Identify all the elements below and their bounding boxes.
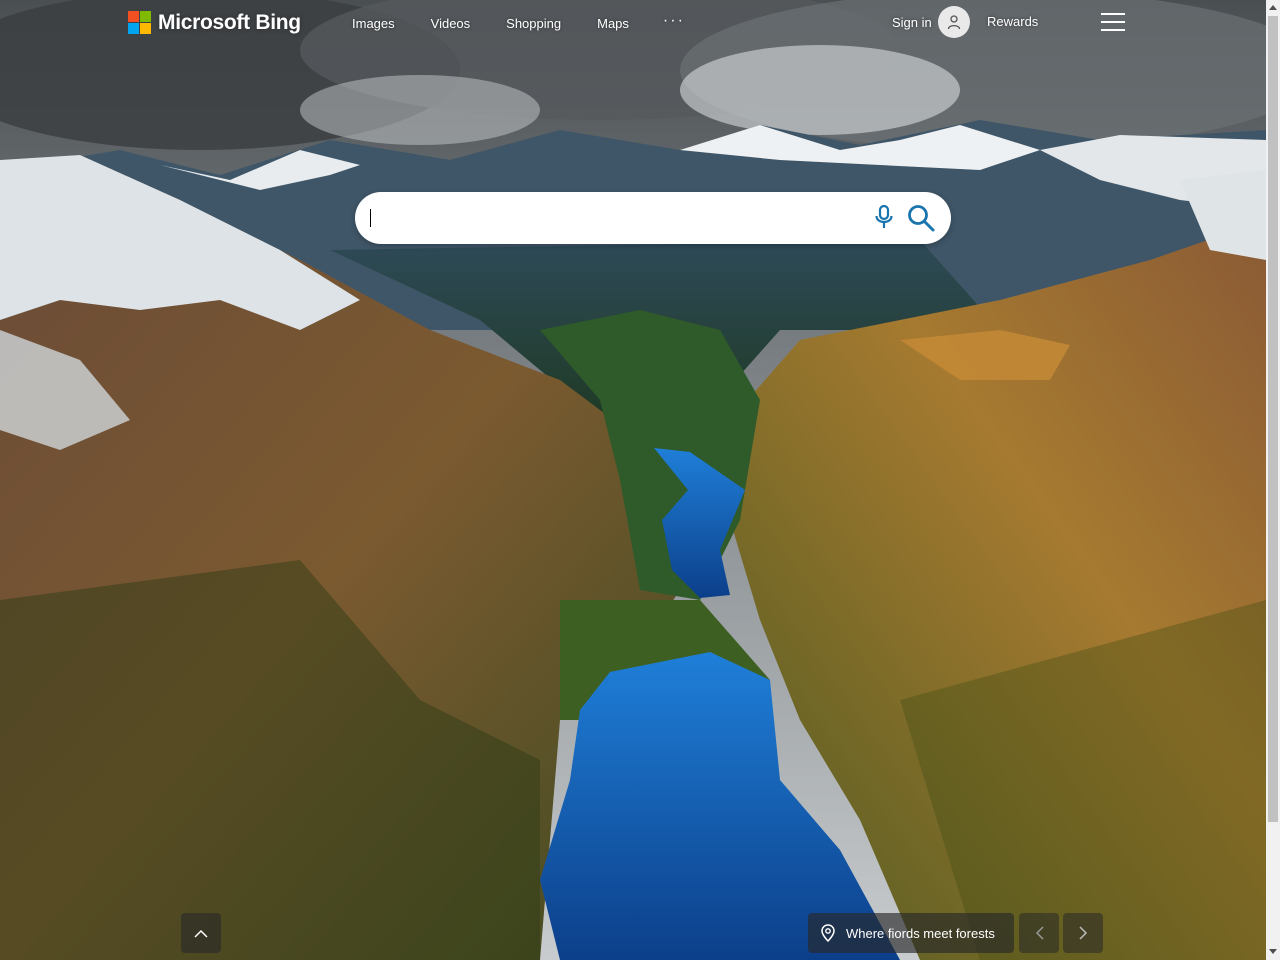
signin-button[interactable]: Sign in — [892, 6, 970, 38]
nav-item-shopping[interactable]: Shopping — [506, 15, 561, 32]
chevron-up-icon — [194, 929, 208, 938]
bing-homepage: Microsoft Bing Images Videos Shopping Ma… — [0, 0, 1280, 960]
search-box — [355, 192, 951, 244]
image-caption-button[interactable]: Where fiords meet forests — [808, 913, 1014, 953]
hamburger-icon[interactable] — [1101, 13, 1125, 31]
nav-item-maps[interactable]: Maps — [597, 15, 629, 32]
scroll-down-arrow-icon[interactable] — [1269, 949, 1277, 954]
search-input[interactable] — [371, 204, 855, 234]
bing-logo[interactable]: Microsoft Bing — [128, 10, 301, 35]
scroll-up-button[interactable] — [181, 913, 221, 953]
next-image-button[interactable] — [1063, 913, 1103, 953]
vertical-scrollbar[interactable] — [1266, 0, 1280, 960]
nav-item-videos[interactable]: Videos — [431, 15, 471, 32]
rewards-link[interactable]: Rewards — [987, 14, 1038, 29]
scrollbar-thumb[interactable] — [1268, 16, 1278, 822]
chevron-right-icon — [1078, 926, 1087, 940]
image-caption-text: Where fiords meet forests — [846, 925, 995, 941]
location-pin-icon — [821, 924, 835, 942]
search-icon[interactable] — [906, 203, 936, 233]
top-nav: Images Videos Shopping Maps ··· — [352, 13, 721, 32]
scroll-up-arrow-icon[interactable] — [1269, 5, 1277, 10]
text-caret — [370, 209, 371, 227]
brand-name: Microsoft Bing — [158, 10, 301, 34]
nav-item-images[interactable]: Images — [352, 15, 395, 32]
avatar-icon — [937, 6, 970, 38]
previous-image-button[interactable] — [1019, 913, 1059, 953]
microphone-icon[interactable] — [872, 204, 896, 230]
chevron-left-icon — [1035, 926, 1044, 940]
background-image — [0, 0, 1266, 960]
nav-more-button[interactable]: ··· — [663, 13, 685, 32]
signin-label: Sign in — [892, 14, 932, 30]
microsoft-logo-icon — [128, 11, 151, 34]
